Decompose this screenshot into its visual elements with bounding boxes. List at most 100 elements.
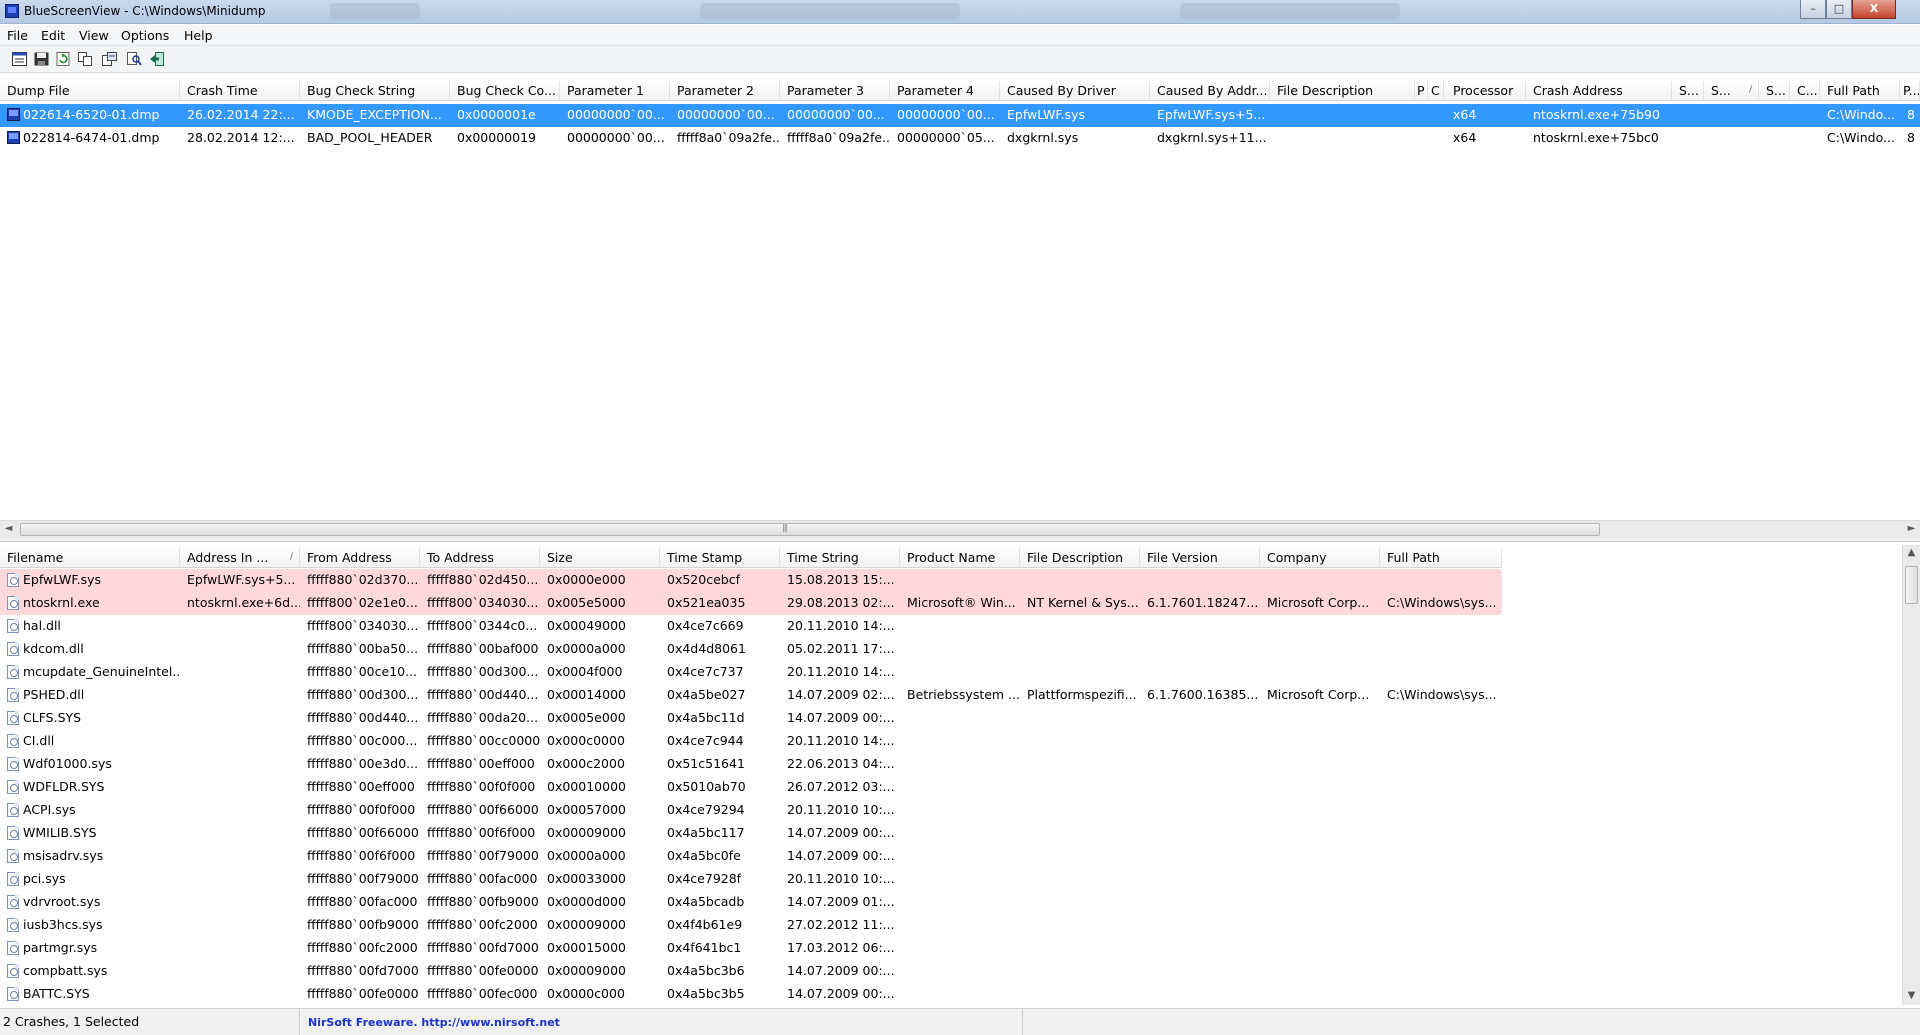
module-row[interactable]: vdrvroot.sys fffff880`00fac000 fffff880`00… <box>0 891 1900 914</box>
pane-splitter[interactable] <box>0 537 1920 542</box>
module-row[interactable]: partmgr.sys fffff880`00fc2000 fffff880`00f… <box>0 937 1900 960</box>
module-row[interactable]: compbatt.sys fffff880`00fd7000 fffff880`00… <box>0 960 1900 983</box>
maximize-button[interactable]: □ <box>1826 0 1852 19</box>
column-header-to-address[interactable]: To Address <box>420 548 540 568</box>
scroll-left-arrow-icon[interactable]: ◄ <box>0 521 17 538</box>
crash-cell-text: C:\Windo... <box>1827 107 1895 122</box>
module-row[interactable]: WDFLDR.SYS fffff880`00eff000 fffff880`00f0… <box>0 776 1900 799</box>
find-button[interactable] <box>126 51 143 67</box>
module-row[interactable]: hal.dll fffff800`034030... fffff800`0344c0… <box>0 615 1900 638</box>
column-header-bug-check-string[interactable]: Bug Check String <box>300 81 450 101</box>
module-row[interactable]: Wdf01000.sys fffff880`00e3d0... fffff880`0… <box>0 753 1900 776</box>
module-list-header: Filename Address In ... / From Address To… <box>0 548 1502 568</box>
advanced-options-button[interactable] <box>101 51 118 67</box>
module-row[interactable]: WMILIB.SYS fffff880`00f66000 fffff880`00f6… <box>0 822 1900 845</box>
column-header-address-in-stack[interactable]: Address In ... / <box>180 548 300 568</box>
column-header-dump-file[interactable]: Dump File <box>0 81 180 101</box>
module-cell-full-path <box>1380 569 1502 592</box>
module-cell-text: fffff880`00f79000 <box>427 848 539 863</box>
column-header-bug-check-code[interactable]: Bug Check Co... <box>450 81 560 101</box>
crash-list-horizontal-scrollbar[interactable]: ◄ ||| ► <box>0 520 1920 537</box>
module-row[interactable]: BATTC.SYS fffff880`00fe0000 fffff880`00fec… <box>0 983 1900 1006</box>
module-row[interactable]: CLFS.SYS fffff880`00d440... fffff880`00da2… <box>0 707 1900 730</box>
column-header-file-description[interactable]: File Description <box>1020 548 1140 568</box>
nirsoft-link[interactable]: NirSoft Freeware. http://www.nirsoft.net <box>300 1009 1023 1035</box>
column-header-parameter-2[interactable]: Parameter 2 <box>670 81 780 101</box>
title-bar[interactable]: BlueScreenView - C:\Windows\Minidump – □… <box>0 0 1920 24</box>
column-header-stack-address-1[interactable]: S... <box>1672 81 1704 101</box>
module-cell-file-description <box>1020 661 1140 684</box>
minimize-button[interactable]: – <box>1800 0 1826 19</box>
exit-button[interactable] <box>148 51 165 67</box>
module-cell-product-name <box>900 983 1020 1006</box>
scroll-up-arrow-icon[interactable]: ▲ <box>1903 545 1920 562</box>
module-row[interactable]: mcupdate_GenuineIntel... fffff880`00ce10.… <box>0 661 1900 684</box>
module-cell-filename: ACPI.sys <box>0 799 180 822</box>
crash-row[interactable]: 022814-6474-01.dmp 28.02.2014 12:... BAD_P… <box>0 127 1920 150</box>
horizontal-scroll-thumb[interactable] <box>20 523 1600 536</box>
module-row[interactable]: ACPI.sys fffff880`00f0f000 fffff880`00f660… <box>0 799 1900 822</box>
column-header-size[interactable]: Size <box>540 548 660 568</box>
column-header-file-version[interactable]: File Version <box>1140 548 1260 568</box>
refresh-button[interactable] <box>55 51 72 67</box>
module-list-vertical-scrollbar[interactable]: ▲ ▼ <box>1902 545 1920 1005</box>
module-row[interactable]: EpfwLWF.sys EpfwLWF.sys+5... fffff880`02d3… <box>0 569 1900 592</box>
column-header-computer-name[interactable]: C... <box>1790 81 1820 101</box>
column-header-full-path[interactable]: Full Path <box>1820 81 1900 101</box>
module-row[interactable]: CI.dll fffff880`00c000... fffff880`00cc000… <box>0 730 1900 753</box>
module-row[interactable]: msisadrv.sys fffff880`00f6f000 fffff880`00… <box>0 845 1900 868</box>
copy-button[interactable] <box>77 51 94 67</box>
crash-cell-text: EpfwLWF.sys+5... <box>1157 107 1266 122</box>
bluescreenview-app-icon[interactable] <box>5 4 19 18</box>
column-header-stack-address-3[interactable]: S... <box>1759 81 1790 101</box>
column-header-crash-address[interactable]: Crash Address <box>1526 81 1672 101</box>
module-cell-address-in-stack <box>180 638 300 661</box>
module-row[interactable]: kdcom.dll fffff880`00ba50... fffff880`00ba… <box>0 638 1900 661</box>
menu-file[interactable]: File <box>7 28 28 43</box>
crash-row[interactable]: 022614-6520-01.dmp 26.02.2014 22:... KMODE… <box>0 104 1920 127</box>
module-row[interactable]: pci.sys fffff880`00f79000 fffff880`00fac00… <box>0 868 1900 891</box>
column-header-stack-address-2[interactable]: S... / <box>1704 81 1759 101</box>
menu-edit[interactable]: Edit <box>41 28 65 43</box>
column-header-product-name[interactable]: Product Name <box>900 548 1020 568</box>
module-cell-filename: CI.dll <box>0 730 180 753</box>
column-header-time-stamp[interactable]: Time Stamp <box>660 548 780 568</box>
column-header-company[interactable]: Company <box>1260 548 1380 568</box>
menu-options[interactable]: Options <box>121 28 169 43</box>
column-header-filename[interactable]: Filename <box>0 548 180 568</box>
column-header-crash-time[interactable]: Crash Time <box>180 81 300 101</box>
column-header-processor[interactable]: Processor <box>1446 81 1526 101</box>
scroll-right-arrow-icon[interactable]: ► <box>1903 521 1920 538</box>
column-header-file-description[interactable]: File Description <box>1270 81 1415 101</box>
menu-view[interactable]: View <box>79 28 109 43</box>
column-header-full-path[interactable]: Full Path <box>1380 548 1502 568</box>
module-cell-time-stamp: 0x5010ab70 <box>660 776 780 799</box>
column-header-parameter-4[interactable]: Parameter 4 <box>890 81 1000 101</box>
column-header-product-name[interactable]: P <box>1415 81 1428 101</box>
crash-cell-text: fffff8a0`09a2fe... <box>787 130 890 145</box>
module-cell-text: fffff880`00fac000 <box>307 894 418 909</box>
close-button[interactable]: X <box>1852 0 1896 19</box>
crash-cell-parameter-4: 00000000`05... <box>890 127 1000 150</box>
column-header-time-string[interactable]: Time String <box>780 548 900 568</box>
column-header-parameter-3[interactable]: Parameter 3 <box>780 81 890 101</box>
module-row[interactable]: ntoskrnl.exe ntoskrnl.exe+6d... fffff800`0… <box>0 592 1900 615</box>
column-header-caused-by-driver[interactable]: Caused By Driver <box>1000 81 1150 101</box>
module-row[interactable]: iusb3hcs.sys fffff880`00fb9000 fffff880`00… <box>0 914 1900 937</box>
properties-button[interactable] <box>11 51 28 67</box>
module-cell-text: fffff880`00fd7000 <box>307 963 419 978</box>
crash-cell-processor: x64 <box>1446 127 1526 150</box>
module-row[interactable]: PSHED.dll fffff880`00d300... fffff880`00d4… <box>0 684 1900 707</box>
save-button[interactable] <box>33 51 50 67</box>
module-cell-full-path: C:\Windows\sys... <box>1380 684 1502 707</box>
column-header-company[interactable]: C <box>1428 81 1444 101</box>
nirsoft-link-text[interactable]: NirSoft Freeware. http://www.nirsoft.net <box>308 1016 560 1029</box>
column-header-processors-count[interactable]: P... <box>1900 81 1920 101</box>
column-header-from-address[interactable]: From Address <box>300 548 420 568</box>
module-cell-text: fffff880`00d300... <box>307 687 419 702</box>
column-header-caused-by-address[interactable]: Caused By Addr... <box>1150 81 1270 101</box>
vertical-scroll-thumb[interactable] <box>1905 566 1918 604</box>
scroll-down-arrow-icon[interactable]: ▼ <box>1903 988 1920 1005</box>
column-header-parameter-1[interactable]: Parameter 1 <box>560 81 670 101</box>
menu-help[interactable]: Help <box>184 28 213 43</box>
